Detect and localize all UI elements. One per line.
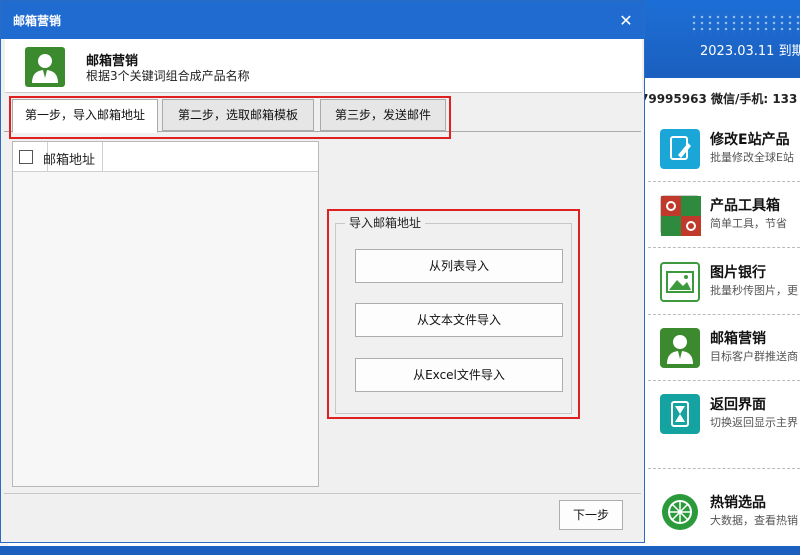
tool-product-toolbox[interactable]: 产品工具箱 简单工具，节省 [660,195,800,239]
tool-name: 邮箱营销 [710,331,766,347]
link-toolbox-icon [660,195,701,236]
tool-name: 返回界面 [710,397,766,413]
tool-desc: 目标客户群推送商 [710,350,798,363]
divider [648,380,800,381]
grid-header: 邮箱地址 [13,142,318,172]
tool-edit-product[interactable]: 修改E站产品 批量修改全球E站 [660,129,800,173]
tabs-highlight [9,96,451,139]
email-list-grid[interactable]: 邮箱地址 [12,141,319,487]
tool-email-marketing[interactable]: 邮箱营销 目标客户群推送商 [660,328,800,372]
tool-desc: 切换返回显示主界 [710,416,798,429]
divider [648,314,800,315]
tool-name: 热销选品 [710,495,766,511]
edit-document-icon [660,129,700,169]
tool-name: 修改E站产品 [710,132,790,148]
taskbar [0,546,800,555]
select-all-checkbox[interactable] [19,150,33,164]
hourglass-icon [660,394,700,434]
dialog-header: 邮箱营销 根据3个关键词组合成产品名称 [5,39,642,93]
footer-divider [4,493,641,494]
divider [648,247,800,248]
hot-product-icon [660,492,700,532]
user-mail-icon [25,47,65,87]
contact-info: 79995963 微信/手机: 133 [640,92,798,106]
column-divider [102,142,103,172]
tool-desc: 批量修改全球E站 [710,151,794,164]
user-mail-icon [660,328,700,368]
tool-hot-products[interactable]: 热销选品 大数据，查看热销 [660,492,800,536]
header-subtitle: 根据3个关键词组合成产品名称 [86,69,250,83]
tool-desc: 简单工具，节省 [710,217,787,230]
tool-image-bank[interactable]: 图片银行 批量秒传图片，更 [660,262,800,306]
column-header-email[interactable]: 邮箱地址 [43,149,95,168]
header-decoration [690,14,800,34]
divider [648,181,800,182]
tool-desc: 大数据，查看热销 [710,514,798,527]
close-icon[interactable]: ✕ [614,9,638,33]
next-step-button[interactable]: 下一步 [559,500,623,530]
tool-name: 图片银行 [710,265,766,281]
expire-date: 2023.03.11 到期 [700,44,800,59]
tool-return[interactable]: 返回界面 切换返回显示主界 [660,394,800,438]
dialog-titlebar[interactable]: 邮箱营销 ✕ [1,1,644,39]
tool-name: 产品工具箱 [710,198,780,214]
dialog-title: 邮箱营销 [13,14,62,28]
tool-desc: 批量秒传图片，更 [710,284,798,297]
divider [648,468,800,469]
import-highlight [327,209,580,419]
image-bank-icon [660,262,700,302]
